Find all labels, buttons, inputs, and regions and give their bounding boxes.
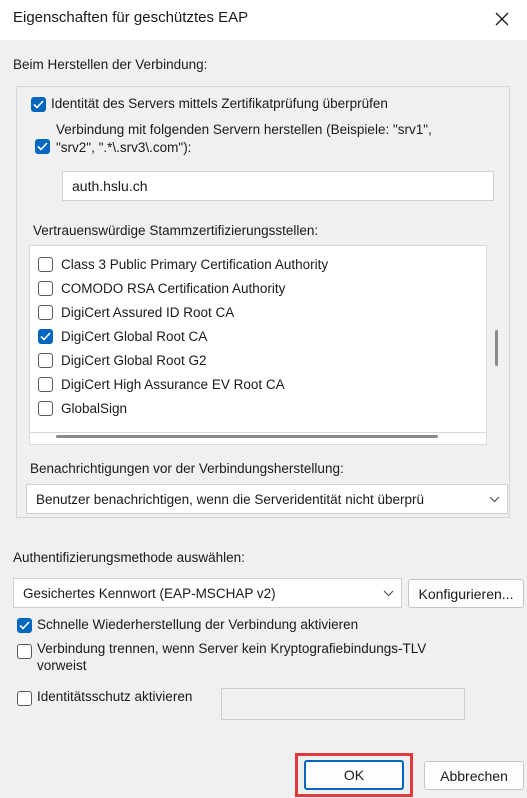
server-names-input[interactable]: auth.hslu.ch: [62, 171, 494, 201]
window-title: Eigenschaften für geschütztes EAP: [13, 9, 249, 26]
checkmark-icon: [37, 142, 48, 151]
cancel-button-label: Abbrechen: [440, 767, 508, 784]
connection-heading: Beim Herstellen der Verbindung:: [13, 57, 208, 72]
checkmark-icon: [19, 621, 30, 630]
notify-dropdown[interactable]: Benutzer benachrichtigen, wenn die Serve…: [26, 484, 508, 514]
ca-list-item[interactable]: GlobalSign: [38, 396, 127, 420]
close-button[interactable]: [485, 4, 519, 34]
close-icon: [495, 12, 509, 26]
configure-button-label: Konfigurieren...: [418, 585, 514, 602]
ca-item-label: DigiCert Assured ID Root CA: [61, 304, 235, 320]
verify-identity-label: Identität des Servers mittels Zertifikat…: [51, 96, 388, 111]
fast-reconnect-checkbox[interactable]: [17, 618, 32, 633]
ca-item-label: DigiCert Global Root G2: [61, 352, 207, 368]
ca-list-item[interactable]: DigiCert High Assurance EV Root CA: [38, 372, 285, 396]
disconnect-no-tlv-checkbox[interactable]: [17, 644, 32, 659]
fast-reconnect-label: Schnelle Wiederherstellung der Verbindun…: [37, 617, 359, 632]
ca-item-label: DigiCert Global Root CA: [61, 328, 208, 344]
ca-item-label: DigiCert High Assurance EV Root CA: [61, 376, 285, 392]
ca-item-label: COMODO RSA Certification Authority: [61, 280, 286, 296]
ok-button-label: OK: [343, 767, 365, 783]
title-bar: Eigenschaften für geschütztes EAP: [0, 0, 527, 40]
ca-list-item[interactable]: DigiCert Assured ID Root CA: [38, 300, 234, 324]
ca-item-checkbox[interactable]: [38, 304, 53, 320]
ca-item-checkbox[interactable]: [38, 280, 53, 296]
notify-dropdown-value: Benutzer benachrichtigen, wenn die Serve…: [36, 491, 424, 507]
chevron-down-icon: [481, 496, 507, 503]
ca-listbox[interactable]: Class 3 Public Primary Certification Aut…: [29, 245, 498, 433]
connect-servers-label-line2: "srv2", ".*\.srv3\.com"):: [56, 140, 192, 155]
ca-item-checkbox[interactable]: [38, 352, 53, 368]
ca-list-item[interactable]: Class 3 Public Primary Certification Aut…: [38, 252, 328, 276]
ca-list-item[interactable]: DigiCert Global Root CA: [38, 324, 207, 348]
chevron-down-icon: [375, 590, 401, 597]
cancel-button[interactable]: Abbrechen: [424, 761, 524, 790]
checkmark-icon: [33, 100, 44, 109]
ok-button[interactable]: OK: [304, 760, 404, 790]
dialog-body: Beim Herstellen der Verbindung: Identitä…: [0, 40, 527, 798]
ca-item-label: GlobalSign: [61, 400, 128, 416]
connect-servers-label-line1: Verbindung mit folgenden Servern herstel…: [56, 122, 432, 137]
identity-privacy-label: Identitätsschutz aktivieren: [37, 689, 193, 704]
ca-item-checkbox[interactable]: [38, 256, 53, 272]
verify-identity-checkbox[interactable]: [31, 97, 46, 112]
ca-heading: Vertrauenswürdige Stammzertifizierungsst…: [33, 223, 319, 238]
ca-item-label: Class 3 Public Primary Certification Aut…: [61, 256, 329, 272]
horizontal-scrollbar[interactable]: [29, 433, 487, 445]
horizontal-scrollbar-thumb[interactable]: [56, 435, 438, 438]
ca-list-item[interactable]: COMODO RSA Certification Authority: [38, 276, 285, 300]
ca-list-item[interactable]: DigiCert Global Root G2: [38, 348, 207, 372]
auth-method-dropdown[interactable]: Gesichertes Kennwort (EAP-MSCHAP v2): [13, 578, 402, 608]
identity-privacy-input[interactable]: [221, 688, 465, 720]
ca-item-checkbox[interactable]: [38, 376, 53, 392]
ca-item-checkbox[interactable]: [38, 400, 53, 416]
auth-method-value: Gesichertes Kennwort (EAP-MSCHAP v2): [23, 585, 276, 601]
disconnect-no-tlv-label-line1: Verbindung trennen, wenn Server kein Kry…: [37, 641, 427, 656]
configure-button[interactable]: Konfigurieren...: [408, 579, 524, 608]
auth-method-heading: Authentifizierungsmethode auswählen:: [13, 550, 245, 565]
identity-privacy-checkbox[interactable]: [17, 691, 32, 706]
disconnect-no-tlv-label-line2: vorweist: [37, 658, 87, 673]
checkmark-icon: [40, 331, 51, 341]
server-names-value: auth.hslu.ch: [72, 178, 148, 194]
connect-servers-checkbox[interactable]: [35, 139, 50, 154]
notify-heading: Benachrichtigungen vor der Verbindungshe…: [30, 461, 344, 476]
ca-item-checkbox[interactable]: [38, 328, 53, 344]
vertical-scrollbar-thumb[interactable]: [495, 330, 498, 366]
